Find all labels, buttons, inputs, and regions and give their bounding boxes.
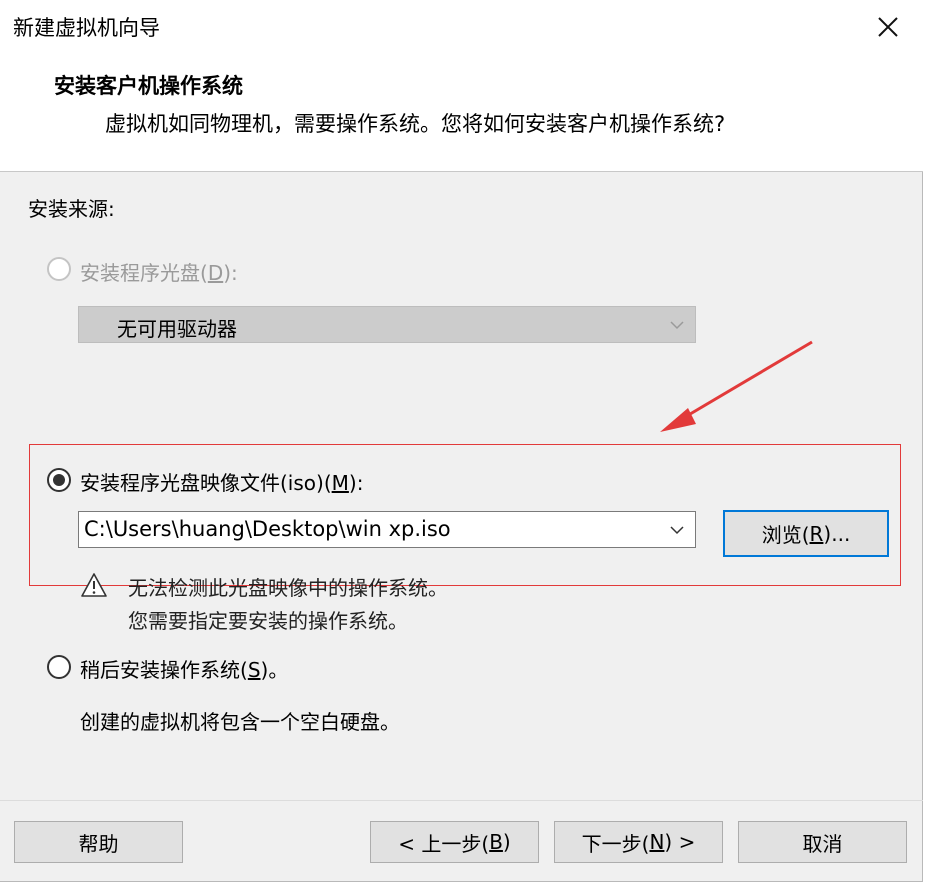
browse-button[interactable]: 浏览(R)...: [723, 510, 889, 557]
drive-select[interactable]: 无可用驱动器: [78, 306, 696, 343]
drive-select-value: 无可用驱动器: [117, 317, 237, 341]
iso-path-combobox[interactable]: C:\Users\huang\Desktop\win xp.iso: [78, 511, 696, 548]
close-icon: [878, 17, 898, 37]
iso-option-label: 安装程序光盘映像文件(iso)(M):: [80, 471, 364, 495]
chevron-down-icon[interactable]: [667, 520, 687, 540]
warning-text-line2: 您需要指定要安装的操作系统。: [128, 609, 408, 633]
help-button[interactable]: 帮助: [14, 821, 183, 863]
next-button[interactable]: 下一步(N) >: [554, 821, 723, 863]
cancel-button[interactable]: 取消: [738, 821, 907, 863]
install-later-label: 稍后安装操作系统(S)。: [80, 658, 289, 682]
footer-divider: [0, 800, 923, 801]
install-source-label: 安装来源:: [28, 197, 115, 221]
install-later-radio[interactable]: [47, 655, 71, 679]
warning-text-line1: 无法检测此光盘映像中的操作系统。: [128, 576, 448, 600]
disc-radio[interactable]: [47, 257, 71, 281]
iso-radio[interactable]: [47, 468, 71, 492]
close-button[interactable]: [871, 10, 905, 44]
iso-path-value: C:\Users\huang\Desktop\win xp.iso: [84, 517, 451, 541]
wizard-window: 新建虚拟机向导 安装客户机操作系统 虚拟机如同物理机，需要操作系统。您将如何安装…: [0, 0, 923, 882]
annotation-arrow-icon: [660, 340, 813, 432]
disc-option-label: 安装程序光盘(D):: [80, 261, 238, 285]
warning-icon: [81, 573, 107, 597]
page-description: 虚拟机如同物理机，需要操作系统。您将如何安装客户机操作系统?: [105, 112, 726, 136]
title-bar: 新建虚拟机向导: [0, 0, 923, 52]
wizard-header: 安装客户机操作系统 虚拟机如同物理机，需要操作系统。您将如何安装客户机操作系统?: [0, 52, 923, 172]
install-later-description: 创建的虚拟机将包含一个空白硬盘。: [80, 710, 400, 734]
page-title: 安装客户机操作系统: [54, 74, 243, 98]
back-button[interactable]: < 上一步(B): [370, 821, 539, 863]
window-title: 新建虚拟机向导: [13, 16, 160, 40]
